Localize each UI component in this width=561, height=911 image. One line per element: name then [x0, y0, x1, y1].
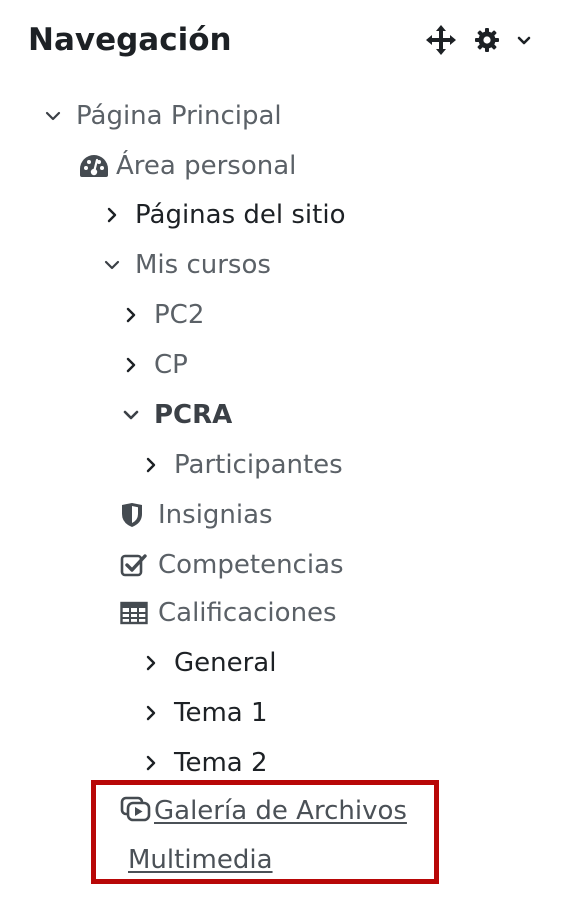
chevron-right-icon[interactable] — [140, 454, 162, 476]
nav-item-section-label: Tema 1 — [174, 698, 268, 728]
nav-item-section-label: General — [174, 648, 277, 678]
nav-item-badges-label: Insignias — [158, 500, 273, 530]
block-controls — [424, 24, 536, 56]
nav-item-grades-label: Calificaciones — [158, 598, 337, 628]
chevron-right-icon[interactable] — [120, 354, 142, 376]
nav-item-home[interactable]: Página Principal — [42, 96, 282, 136]
move-arrows-icon[interactable] — [424, 23, 458, 57]
block-title: Navegación — [28, 22, 232, 58]
nav-item-course-pcra[interactable]: PCRA — [120, 395, 232, 435]
nav-item-course-label: PCRA — [154, 400, 233, 430]
chevron-down-icon[interactable] — [120, 404, 142, 426]
nav-item-competencies[interactable]: Competencias — [120, 545, 344, 585]
nav-item-site-pages-label: Páginas del sitio — [135, 200, 346, 230]
nav-item-home-label: Página Principal — [76, 101, 282, 131]
nav-item-my-courses-label: Mis cursos — [135, 250, 271, 280]
chevron-right-icon[interactable] — [120, 304, 142, 326]
nav-item-course-cp[interactable]: CP — [120, 345, 188, 385]
chevron-down-icon[interactable] — [42, 105, 64, 127]
nav-item-section-general[interactable]: General — [140, 643, 276, 683]
nav-item-dashboard[interactable]: Área personal — [78, 146, 296, 186]
checkbox-checked-icon — [120, 551, 152, 579]
chevron-right-icon[interactable] — [101, 204, 123, 226]
nav-item-site-pages[interactable]: Páginas del sitio — [101, 195, 345, 235]
nav-item-dashboard-label: Área personal — [116, 151, 297, 181]
nav-item-section-label: Tema 2 — [174, 748, 268, 778]
dashboard-gauge-icon — [78, 152, 110, 180]
gear-icon[interactable] — [472, 25, 502, 55]
chevron-down-icon[interactable] — [101, 254, 123, 276]
highlight-box — [91, 780, 439, 884]
nav-item-section-tema-1[interactable]: Tema 1 — [140, 693, 268, 733]
chevron-down-icon[interactable] — [512, 28, 536, 52]
nav-item-course-pc2[interactable]: PC2 — [120, 295, 204, 335]
shield-icon — [120, 501, 152, 529]
nav-item-competencies-label: Competencias — [158, 550, 344, 580]
nav-item-participants-label: Participantes — [174, 450, 343, 480]
nav-item-section-tema-2[interactable]: Tema 2 — [140, 743, 268, 783]
chevron-right-icon[interactable] — [140, 702, 162, 724]
navigation-block-header: Navegación — [28, 18, 548, 62]
nav-item-course-label: CP — [154, 350, 188, 380]
chevron-right-icon[interactable] — [140, 752, 162, 774]
table-grid-icon — [120, 599, 152, 627]
nav-item-badges[interactable]: Insignias — [120, 495, 273, 535]
nav-item-grades[interactable]: Calificaciones — [120, 593, 337, 633]
nav-item-my-courses[interactable]: Mis cursos — [101, 245, 271, 285]
chevron-right-icon[interactable] — [140, 652, 162, 674]
nav-item-participants[interactable]: Participantes — [140, 445, 343, 485]
nav-item-course-label: PC2 — [154, 300, 205, 330]
